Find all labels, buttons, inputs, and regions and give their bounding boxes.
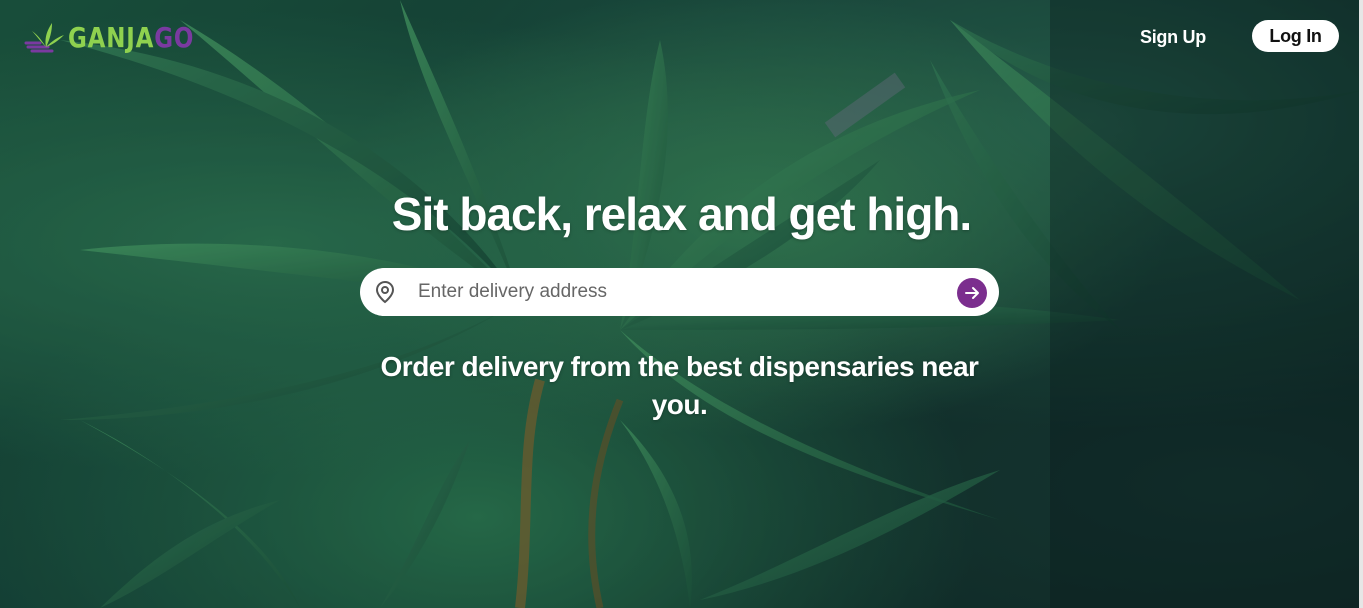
logo-text-go: GO [154,20,195,54]
ganjago-logo[interactable]: GANJA GO [22,18,222,56]
search-submit-button[interactable] [957,278,987,308]
leaf-logo-icon [24,23,64,53]
delivery-address-input[interactable] [418,276,938,308]
logo-wordmark: GANJA GO [68,21,194,54]
map-pin-icon [375,280,395,304]
page-scrollbar[interactable] [1359,0,1363,608]
top-nav: GANJA GO Sign Up Log In [0,0,1363,72]
log-in-button[interactable]: Log In [1252,20,1339,52]
sign-up-link[interactable]: Sign Up [1140,24,1206,50]
hero-headline: Sit back, relax and get high. [391,188,972,240]
arrow-right-icon [965,287,979,299]
hero-subheadline: Order delivery from the best dispensarie… [380,351,979,420]
logo-text-ganja: GANJA [68,20,155,54]
delivery-address-search [360,268,999,316]
